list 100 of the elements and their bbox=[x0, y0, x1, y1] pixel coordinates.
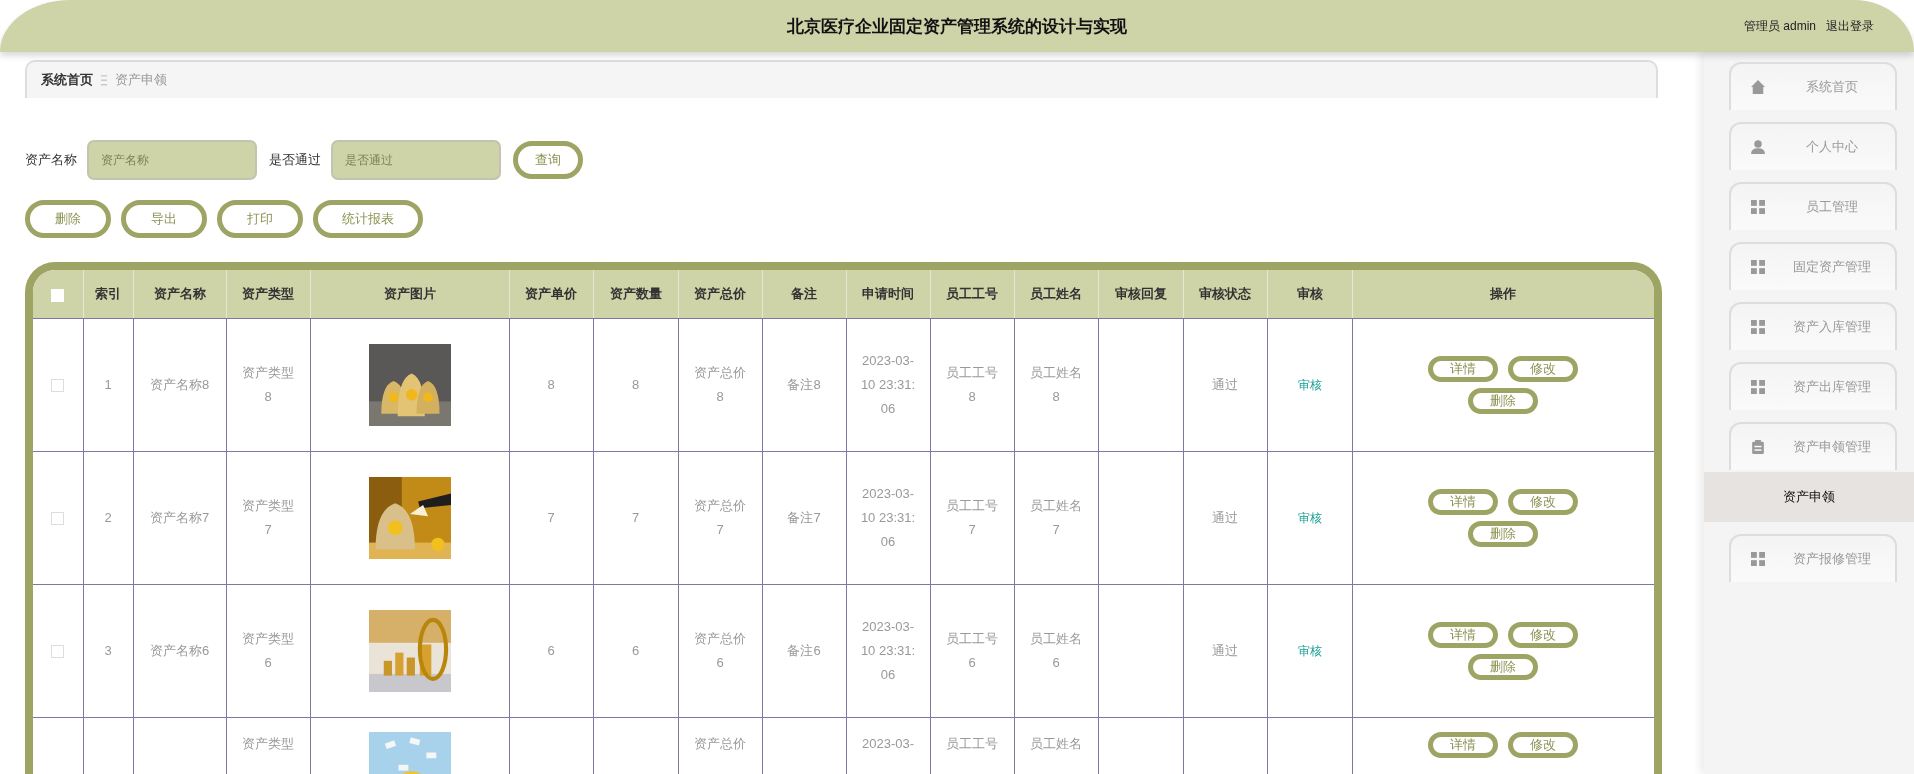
table-cell: 3 bbox=[104, 643, 112, 658]
table-cell: 员工姓名8 bbox=[1030, 365, 1082, 404]
row-action-button[interactable]: 修改 bbox=[1508, 732, 1578, 758]
user-icon bbox=[1751, 140, 1765, 154]
submenu-item[interactable]: 资产申领 bbox=[1704, 472, 1914, 522]
table-cell: 员工工号8 bbox=[946, 365, 998, 404]
column-header: 审核状态 bbox=[1199, 286, 1251, 301]
app-title: 北京医疗企业固定资产管理系统的设计与实现 bbox=[787, 15, 1127, 38]
menu-item[interactable]: 资产申领管理 bbox=[1729, 422, 1897, 470]
table-cell: 7 bbox=[547, 510, 555, 525]
row-checkbox[interactable] bbox=[51, 645, 65, 659]
menu-item[interactable]: 资产报修管理 bbox=[1729, 534, 1897, 582]
grid-icon bbox=[1751, 320, 1765, 334]
column-header: 操作 bbox=[1490, 286, 1516, 301]
table-cell: 通过 bbox=[1212, 643, 1238, 658]
review-link[interactable]: 审核 bbox=[1297, 511, 1322, 525]
column-header: 审核回复 bbox=[1114, 286, 1167, 301]
row-action-button[interactable]: 删除 bbox=[1468, 654, 1538, 680]
table-cell: 员工工号7 bbox=[946, 498, 998, 537]
menu-item[interactable]: 员工管理 bbox=[1729, 182, 1897, 230]
table-cell: 资产类型8 bbox=[242, 365, 294, 404]
table-cell: 2023-03-10 23:31:06 bbox=[860, 486, 916, 549]
grid-icon bbox=[1751, 260, 1765, 274]
logout-link[interactable]: 退出登录 bbox=[1826, 17, 1874, 35]
menu-item[interactable]: 系统首页 bbox=[1729, 62, 1897, 110]
clipboard-icon bbox=[1751, 440, 1765, 454]
row-checkbox[interactable] bbox=[51, 379, 65, 393]
row-action-button[interactable]: 详情 bbox=[1428, 356, 1498, 382]
home-icon bbox=[1751, 80, 1765, 94]
table-cell: 8 bbox=[631, 377, 640, 392]
column-header: 资产总价 bbox=[694, 286, 746, 301]
column-header: 资产单价 bbox=[525, 286, 577, 301]
table-cell: 员工工号 bbox=[946, 736, 998, 751]
table-cell: 员工姓名 bbox=[1030, 736, 1082, 751]
search-field[interactable]: 是否通过 bbox=[331, 140, 501, 180]
table-cell: 6 bbox=[547, 643, 555, 658]
breadcrumb-current: 资产申领 bbox=[115, 71, 167, 89]
table-cell: 员工姓名6 bbox=[1030, 631, 1082, 670]
menu-item[interactable]: 固定资产管理 bbox=[1729, 242, 1897, 290]
table-cell: 资产总价7 bbox=[694, 498, 746, 537]
column-header: 资产图片 bbox=[383, 286, 436, 301]
table-cell: 资产类型6 bbox=[242, 631, 294, 670]
table-cell: 资产总价8 bbox=[694, 365, 746, 404]
table-cell: 资产类型7 bbox=[242, 498, 294, 537]
table-cell: 2023-03- bbox=[861, 736, 914, 751]
menu-item[interactable]: 个人中心 bbox=[1729, 122, 1897, 170]
user-label: 管理员 admin bbox=[1743, 17, 1816, 35]
table-cell: 员工姓名7 bbox=[1030, 498, 1082, 537]
toolbar-button[interactable]: 导出 bbox=[121, 200, 207, 238]
table-cell: 资产总价6 bbox=[694, 631, 746, 670]
column-header: 员工姓名 bbox=[1030, 286, 1082, 301]
table-cell: 员工工号6 bbox=[946, 631, 998, 670]
row-checkbox[interactable] bbox=[51, 512, 65, 526]
toolbar-button[interactable]: 统计报表 bbox=[313, 200, 423, 238]
table-cell: 1 bbox=[104, 377, 112, 392]
column-header: 员工工号 bbox=[946, 286, 998, 301]
column-header: 资产类型 bbox=[242, 286, 294, 301]
table-cell: 6 bbox=[631, 643, 640, 658]
table-cell: 2023-03-10 23:31:06 bbox=[860, 619, 916, 682]
row-action-button[interactable]: 修改 bbox=[1508, 356, 1578, 382]
toolbar-button[interactable]: 打印 bbox=[217, 200, 303, 238]
field-label: 是否通过 bbox=[269, 151, 321, 169]
table-cell: 资产名称6 bbox=[149, 643, 210, 658]
row-action-button[interactable]: 删除 bbox=[1468, 388, 1538, 414]
column-header: 审核 bbox=[1296, 286, 1323, 301]
field-label: 资产名称 bbox=[25, 151, 77, 169]
select-all-checkbox[interactable] bbox=[51, 288, 65, 302]
row-action-button[interactable]: 修改 bbox=[1508, 622, 1578, 648]
table-cell: 2023-03-10 23:31:06 bbox=[860, 353, 916, 416]
column-header: 资产名称 bbox=[153, 286, 206, 301]
table-cell: 资产类型 bbox=[242, 736, 294, 751]
review-link[interactable]: 审核 bbox=[1297, 378, 1322, 392]
column-header: 索引 bbox=[95, 286, 121, 301]
row-action-button[interactable]: 详情 bbox=[1428, 732, 1498, 758]
table-cell: 通过 bbox=[1212, 510, 1238, 525]
table-cell: 备注7 bbox=[787, 510, 821, 525]
table-cell: 资产名称7 bbox=[149, 510, 210, 525]
row-action-button[interactable]: 详情 bbox=[1428, 622, 1498, 648]
search-field[interactable]: 资产名称 bbox=[87, 140, 257, 180]
table-cell: 备注8 bbox=[787, 377, 821, 392]
table-cell: 资产总价 bbox=[694, 736, 746, 751]
toolbar-button[interactable]: 删除 bbox=[25, 200, 111, 238]
separator-icon bbox=[101, 74, 107, 86]
menu-item[interactable]: 资产出库管理 bbox=[1729, 362, 1897, 410]
table-cell: 8 bbox=[547, 377, 555, 392]
breadcrumb-link[interactable]: 系统首页 bbox=[41, 71, 93, 89]
search-button[interactable]: 查询 bbox=[513, 141, 583, 179]
review-link[interactable]: 审核 bbox=[1297, 644, 1322, 658]
table-cell: 通过 bbox=[1212, 377, 1238, 392]
menu-item[interactable]: 资产入库管理 bbox=[1729, 302, 1897, 350]
grid-icon bbox=[1751, 200, 1765, 214]
column-header: 申请时间 bbox=[862, 286, 914, 301]
row-action-button[interactable]: 修改 bbox=[1508, 489, 1578, 515]
grid-icon bbox=[1751, 552, 1765, 566]
table-cell: 7 bbox=[631, 510, 640, 525]
row-action-button[interactable]: 详情 bbox=[1428, 489, 1498, 515]
table-cell: 备注6 bbox=[787, 643, 821, 658]
table-cell: 2 bbox=[104, 510, 112, 525]
table-cell: 资产名称8 bbox=[149, 377, 210, 392]
row-action-button[interactable]: 删除 bbox=[1468, 521, 1538, 547]
